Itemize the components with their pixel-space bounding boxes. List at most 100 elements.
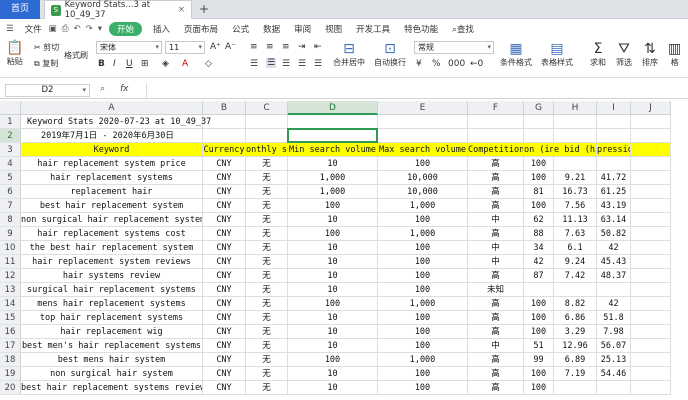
menu-search[interactable]: ⌕查找 xyxy=(445,23,481,35)
table-cell[interactable]: 34 xyxy=(524,241,554,255)
print-icon[interactable]: ⎙ xyxy=(62,24,69,34)
table-cell[interactable]: 100 xyxy=(524,297,554,311)
table-cell[interactable] xyxy=(554,115,597,129)
table-cell[interactable] xyxy=(246,129,288,143)
table-cell[interactable]: 100 xyxy=(524,157,554,171)
table-cell[interactable]: 1,000 xyxy=(378,297,468,311)
row-header[interactable]: 5 xyxy=(0,171,21,185)
table-cell[interactable]: CNY xyxy=(203,157,246,171)
table-cell[interactable]: e bid (hi xyxy=(554,143,597,157)
table-cell[interactable]: 1,000 xyxy=(288,171,378,185)
table-cell[interactable]: 中 xyxy=(468,213,524,227)
table-cell[interactable] xyxy=(246,115,288,129)
font-size-select[interactable]: 11 ▾ xyxy=(165,41,205,54)
table-cell[interactable]: 100 xyxy=(378,157,468,171)
currency-icon[interactable]: ¥ xyxy=(416,59,422,69)
table-cell[interactable] xyxy=(554,283,597,297)
table-cell[interactable] xyxy=(597,381,631,395)
table-cell[interactable]: 高 xyxy=(468,269,524,283)
filter-button[interactable]: ⛛ 筛选 xyxy=(616,41,632,68)
table-cell[interactable]: Min search volume xyxy=(288,143,378,157)
table-cell[interactable]: 无 xyxy=(246,269,288,283)
bold-icon[interactable]: B xyxy=(98,59,105,69)
row-header[interactable]: 20 xyxy=(0,381,21,395)
table-cell[interactable]: 100 xyxy=(524,367,554,381)
row-header[interactable]: 15 xyxy=(0,311,21,325)
table-cell[interactable]: 无 xyxy=(246,325,288,339)
column-header-e[interactable]: E xyxy=(378,101,468,115)
table-cell[interactable]: CNY xyxy=(203,171,246,185)
table-cell[interactable]: 10 xyxy=(288,213,378,227)
row-header[interactable]: 12 xyxy=(0,269,21,283)
menu-features[interactable]: 特色功能 xyxy=(397,23,445,35)
table-cell[interactable]: 99 xyxy=(524,353,554,367)
table-cell[interactable]: 10 xyxy=(288,255,378,269)
table-cell[interactable]: hair replacement system price xyxy=(21,157,203,171)
table-cell[interactable]: CNY xyxy=(203,185,246,199)
table-cell[interactable]: Competition xyxy=(468,143,524,157)
table-cell[interactable]: on (indexge bid (lo xyxy=(524,143,554,157)
table-cell[interactable]: 42 xyxy=(524,255,554,269)
number-format-select[interactable]: 常规 ▾ xyxy=(414,41,494,54)
row-header[interactable]: 6 xyxy=(0,185,21,199)
merge-center-button[interactable]: ⊟ 合并居中 xyxy=(333,41,365,68)
paste-button[interactable]: 📋 粘贴 xyxy=(6,40,23,67)
table-cell[interactable]: 100 xyxy=(378,325,468,339)
row-header[interactable]: 8 xyxy=(0,213,21,227)
table-cell[interactable]: 100 xyxy=(378,367,468,381)
distributed-icon[interactable]: ☰ xyxy=(314,59,322,69)
name-box[interactable]: D2 ▾ xyxy=(5,84,90,97)
table-cell[interactable] xyxy=(631,367,671,381)
tab-document[interactable]: S Keyword Stats...3 at 10_49_37 × xyxy=(44,0,192,20)
table-cell[interactable]: 100 xyxy=(524,325,554,339)
row-header[interactable]: 14 xyxy=(0,297,21,311)
formula-input[interactable] xyxy=(146,83,686,98)
table-cell[interactable]: CNY xyxy=(203,255,246,269)
table-cell[interactable]: 无 xyxy=(246,255,288,269)
justify-icon[interactable]: ☰ xyxy=(298,59,306,69)
table-cell[interactable]: pression xyxy=(597,143,631,157)
undo-icon[interactable]: ↶ xyxy=(73,24,80,34)
conditional-format-button[interactable]: ▦ 条件格式 xyxy=(500,41,532,68)
row-header[interactable]: 3 xyxy=(0,143,21,157)
table-cell[interactable] xyxy=(524,283,554,297)
table-cell[interactable]: 8.82 xyxy=(554,297,597,311)
table-cell[interactable]: 88 xyxy=(524,227,554,241)
table-cell[interactable]: 高 xyxy=(468,353,524,367)
table-cell[interactable]: 1,000 xyxy=(378,353,468,367)
table-cell[interactable]: CNY xyxy=(203,311,246,325)
table-cell[interactable] xyxy=(631,241,671,255)
table-cell[interactable]: 无 xyxy=(246,227,288,241)
sum-button[interactable]: Σ 求和 xyxy=(590,41,606,68)
table-cell[interactable]: 1,000 xyxy=(378,227,468,241)
table-cell[interactable]: 高 xyxy=(468,311,524,325)
menu-start[interactable]: 开始 xyxy=(109,22,143,36)
table-cell[interactable] xyxy=(631,115,671,129)
table-cell[interactable]: hair systems review xyxy=(21,269,203,283)
align-top-icon[interactable]: ≡ xyxy=(250,42,258,52)
table-cell[interactable] xyxy=(597,157,631,171)
table-cell[interactable] xyxy=(378,115,468,129)
table-cell[interactable] xyxy=(554,129,597,143)
table-cell[interactable] xyxy=(631,269,671,283)
table-cell[interactable]: 63.14 xyxy=(597,213,631,227)
table-cell[interactable]: Keyword xyxy=(21,143,203,157)
table-cell[interactable]: hair replacement wig xyxy=(21,325,203,339)
table-cell[interactable]: 51 xyxy=(524,339,554,353)
table-cell[interactable] xyxy=(524,129,554,143)
table-cell[interactable]: 7.56 xyxy=(554,199,597,213)
sort-button[interactable]: ⇅ 排序 xyxy=(642,41,658,68)
table-cell[interactable]: non surgical hair replacement systems xyxy=(21,213,203,227)
table-cell[interactable]: 100 xyxy=(288,199,378,213)
table-cell[interactable]: 100 xyxy=(378,255,468,269)
table-cell[interactable]: onthly se xyxy=(246,143,288,157)
font-color-icon[interactable]: A xyxy=(182,59,188,69)
table-cell[interactable]: 无 xyxy=(246,367,288,381)
table-cell[interactable]: mens hair replacement systems xyxy=(21,297,203,311)
table-cell[interactable]: CNY xyxy=(203,199,246,213)
align-left-icon[interactable]: ☰ xyxy=(250,59,258,69)
row-header[interactable]: 17 xyxy=(0,339,21,353)
table-cell[interactable]: best hair replacement system xyxy=(21,199,203,213)
table-cell[interactable]: 无 xyxy=(246,283,288,297)
table-cell[interactable]: 2019年7月1日 - 2020年6月30日 xyxy=(21,129,203,143)
